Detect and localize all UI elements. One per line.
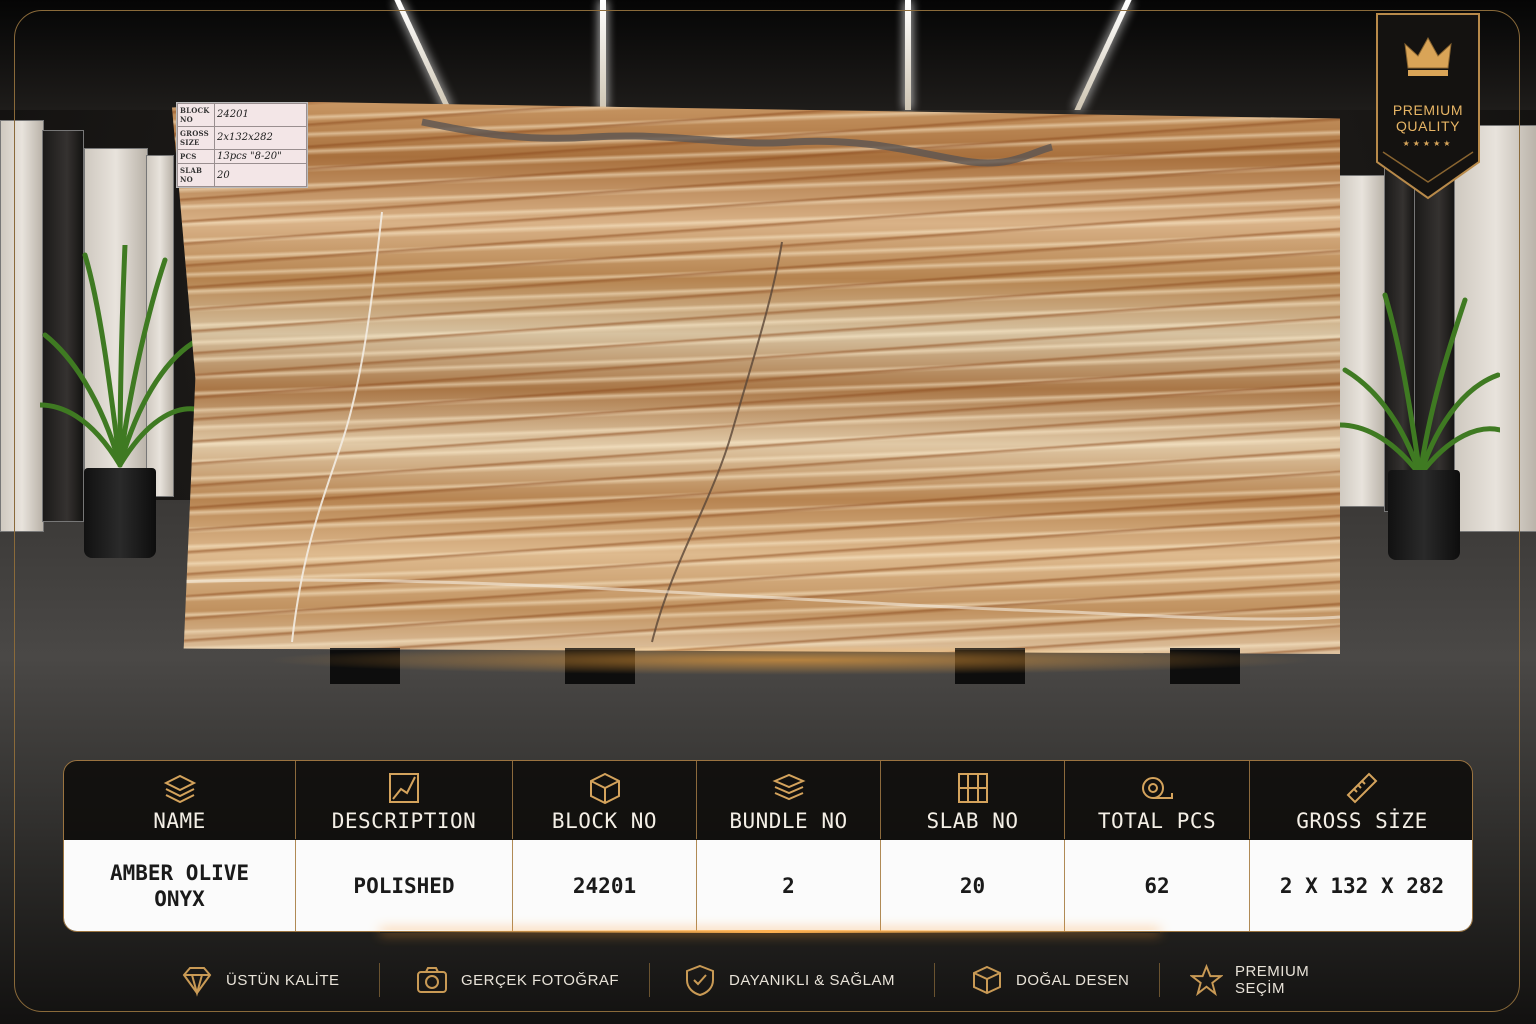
- feature-item: ÜSTÜN KALİTE: [180, 955, 340, 1005]
- ceiling-light: [905, 0, 911, 110]
- header-block-no: BLOCK NO: [513, 761, 697, 839]
- header-label: NAME: [153, 809, 206, 833]
- divider: [379, 963, 380, 997]
- grid-icon: [957, 773, 988, 803]
- slab-info-table: NAME DESCRIPTION BLOCK NO BUNDLE NO SLAB…: [63, 760, 1473, 932]
- accent-glow-line: [380, 930, 1160, 933]
- header-name: NAME: [64, 761, 296, 839]
- ceiling-light: [1074, 0, 1132, 110]
- divider: [1159, 963, 1160, 997]
- shield-check-icon: [686, 964, 714, 997]
- table-header-row: NAME DESCRIPTION BLOCK NO BUNDLE NO SLAB…: [64, 761, 1472, 839]
- tag-key: GROSS SIZE: [177, 125, 215, 150]
- layers-icon: [163, 774, 196, 804]
- feature-label: GERÇEK FOTOĞRAF: [461, 971, 620, 989]
- feature-footer: ÜSTÜN KALİTE GERÇEK FOTOĞRAF DAYANIKLI &…: [180, 955, 1360, 1005]
- header-label: TOTAL PCS: [1097, 809, 1217, 833]
- feature-label: PREMIUM SEÇİM: [1234, 963, 1310, 997]
- tag-value: 13pcs "8-20": [214, 148, 307, 165]
- camera-icon: [417, 967, 447, 993]
- ceiling: [0, 0, 1536, 110]
- tag-row: SLAB NO 20: [177, 163, 307, 187]
- value-bundle-no: 2: [697, 840, 881, 931]
- tag-key: PCS: [177, 148, 215, 165]
- header-gross-size: GROSS SİZE: [1250, 761, 1472, 839]
- value-block-no: 24201: [513, 840, 697, 931]
- feature-item: DAYANIKLI & SAĞLAM: [683, 955, 895, 1005]
- cube-icon: [589, 772, 620, 805]
- stone-box-icon: [973, 965, 1001, 995]
- value-total-pcs: 62: [1065, 840, 1250, 931]
- star-icon: [1190, 963, 1223, 997]
- feature-label: DAYANIKLI & SAĞLAM: [729, 971, 895, 989]
- value-name: AMBER OLIVE ONYX: [64, 840, 296, 931]
- header-label: DESCRIPTION: [331, 809, 477, 833]
- stack-icon: [771, 773, 806, 801]
- header-bundle-no: BUNDLE NO: [697, 761, 881, 839]
- marble-texture-icon: [389, 773, 419, 803]
- table-value-row: AMBER OLIVE ONYX POLISHED 24201 2 20 62 …: [64, 840, 1472, 931]
- tag-key: SLAB NO: [177, 163, 215, 187]
- tape-measure-icon: [1142, 777, 1173, 799]
- ceiling-light: [394, 0, 452, 110]
- onyx-slab: [172, 102, 1340, 654]
- header-description: DESCRIPTION: [296, 761, 513, 839]
- side-slab: [0, 120, 44, 532]
- tag-value: 2x132x282: [214, 125, 307, 150]
- value-description: POLISHED: [296, 840, 513, 931]
- plant-pot-right: [1388, 470, 1460, 560]
- feature-item: DOĞAL DESEN: [970, 955, 1129, 1005]
- slab-label-tag: BLOCK NO 24201 GROSS SIZE 2x132x282 PCS …: [176, 102, 308, 188]
- showroom-scene: BLOCK NO 24201 GROSS SIZE 2x132x282 PCS …: [0, 0, 1536, 1024]
- badge-stars: ★★★★★: [1402, 139, 1454, 148]
- diamond-icon: [182, 967, 212, 997]
- header-label: SLAB NO: [926, 809, 1019, 833]
- header-label: BLOCK NO: [551, 809, 658, 833]
- header-label: BUNDLE NO: [729, 809, 848, 833]
- badge-line2: QUALITY: [1395, 118, 1461, 134]
- header-label: GROSS SİZE: [1296, 809, 1428, 833]
- plant-pot-left: [84, 468, 156, 558]
- tag-value: 24201: [214, 103, 307, 127]
- divider: [649, 963, 650, 997]
- tag-row: BLOCK NO 24201: [177, 103, 307, 127]
- floor-glow: [260, 645, 1320, 675]
- value-gross-size: 2 X 132 X 282: [1279, 874, 1445, 898]
- palm-plant-left: [40, 245, 200, 468]
- feature-item: PREMIUM SEÇİM: [1190, 955, 1360, 1005]
- slab-veining: [172, 118, 1340, 643]
- crown-icon: [1404, 36, 1452, 76]
- badge-text: PREMIUM QUALITY: [1375, 102, 1481, 134]
- ruler-icon: [1346, 772, 1378, 804]
- feature-label: DOĞAL DESEN: [1016, 971, 1130, 989]
- tag-value: 20: [214, 163, 307, 187]
- feature-item: GERÇEK FOTOĞRAF: [415, 955, 619, 1005]
- premium-quality-badge: PREMIUM QUALITY ★★★★★: [1375, 12, 1481, 202]
- header-slab-no: SLAB NO: [881, 761, 1065, 839]
- ceiling-light: [600, 0, 606, 110]
- header-total-pcs: TOTAL PCS: [1065, 761, 1250, 839]
- value-slab-no: 20: [881, 840, 1065, 931]
- tag-key: BLOCK NO: [177, 103, 215, 127]
- tag-row: GROSS SIZE 2x132x282: [177, 125, 307, 150]
- tag-row: PCS 13pcs "8-20": [177, 148, 307, 165]
- feature-label: ÜSTÜN KALİTE: [226, 971, 340, 989]
- divider: [934, 963, 935, 997]
- badge-line1: PREMIUM: [1392, 102, 1464, 118]
